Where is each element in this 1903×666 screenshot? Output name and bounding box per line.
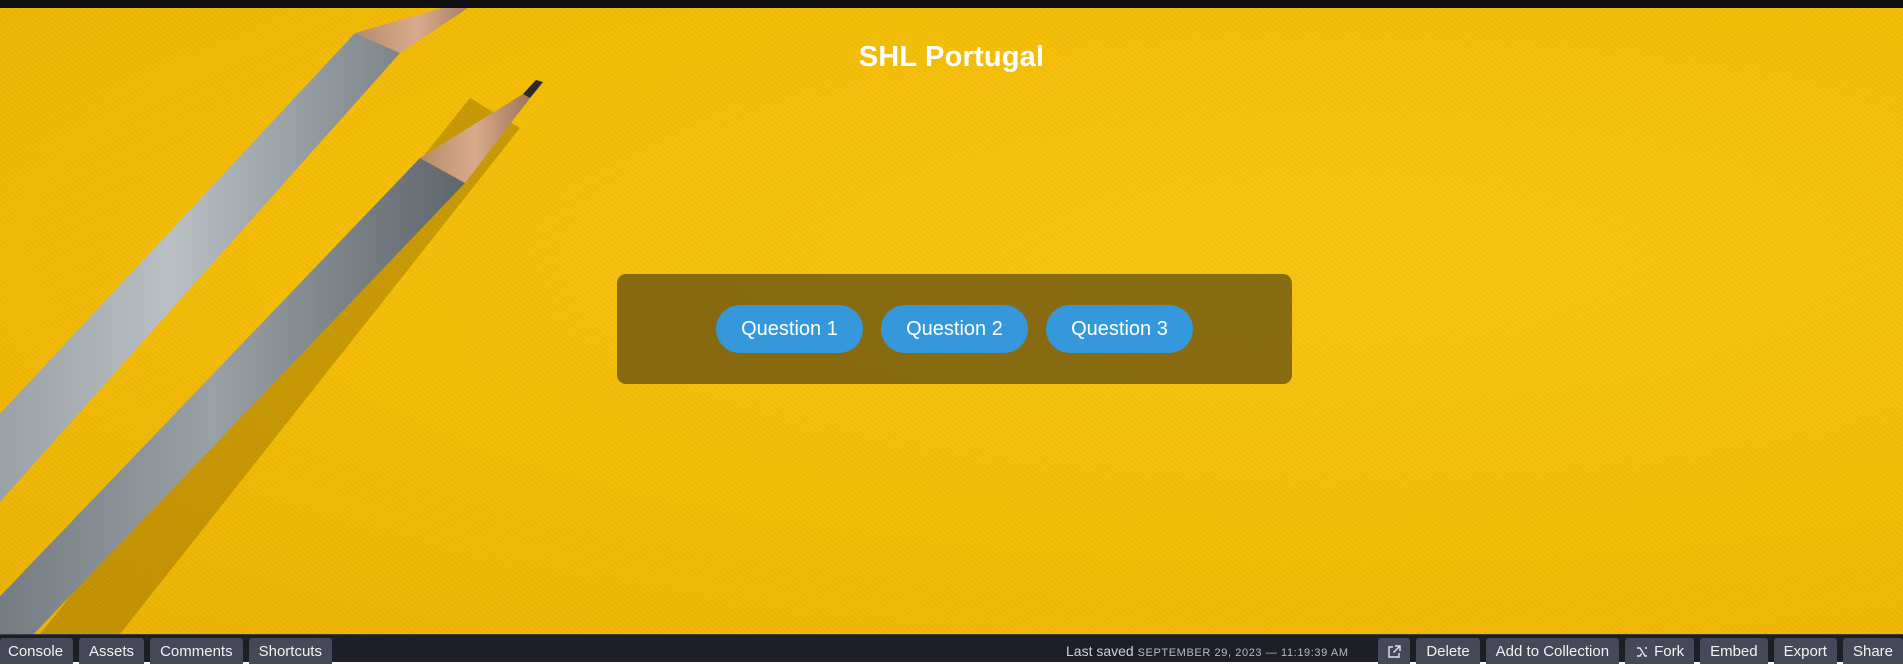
toolbar-left-group: Console Assets Comments Shortcuts xyxy=(0,638,332,664)
preview-stage: SHL Portugal Question 1 Question 2 Quest… xyxy=(0,8,1903,634)
fork-button[interactable]: Fork xyxy=(1625,638,1695,664)
delete-button[interactable]: Delete xyxy=(1416,638,1480,664)
console-button[interactable]: Console xyxy=(0,638,74,664)
last-saved-time: SEPTEMBER 29, 2023 — 11:19:39 AM xyxy=(1137,647,1349,659)
comments-button[interactable]: Comments xyxy=(150,638,243,664)
last-saved-status: Last saved SEPTEMBER 29, 2023 — 11:19:39… xyxy=(1066,643,1349,659)
last-saved-label: Last saved xyxy=(1066,643,1134,659)
toolbar-right-group: Delete Add to Collection Fork Embed Expo… xyxy=(1378,638,1903,664)
share-button[interactable]: Share xyxy=(1842,638,1903,664)
question-1-button[interactable]: Question 1 xyxy=(716,305,863,353)
editor-toolbar: Console Assets Comments Shortcuts Last s… xyxy=(0,634,1903,664)
external-link-icon xyxy=(1388,645,1402,658)
fork-icon xyxy=(1637,647,1648,657)
shortcuts-button[interactable]: Shortcuts xyxy=(248,638,332,664)
question-panel: Question 1 Question 2 Question 3 xyxy=(617,274,1292,384)
open-in-new-window-button[interactable] xyxy=(1378,638,1411,664)
add-to-collection-button[interactable]: Add to Collection xyxy=(1485,638,1620,664)
embed-button[interactable]: Embed xyxy=(1700,638,1768,664)
page-title: SHL Portugal xyxy=(858,41,1045,73)
pencils-image xyxy=(0,8,543,634)
question-2-button[interactable]: Question 2 xyxy=(881,305,1028,353)
question-3-button[interactable]: Question 3 xyxy=(1046,305,1193,353)
top-border xyxy=(0,0,1903,8)
assets-button[interactable]: Assets xyxy=(79,638,145,664)
export-button[interactable]: Export xyxy=(1773,638,1837,664)
